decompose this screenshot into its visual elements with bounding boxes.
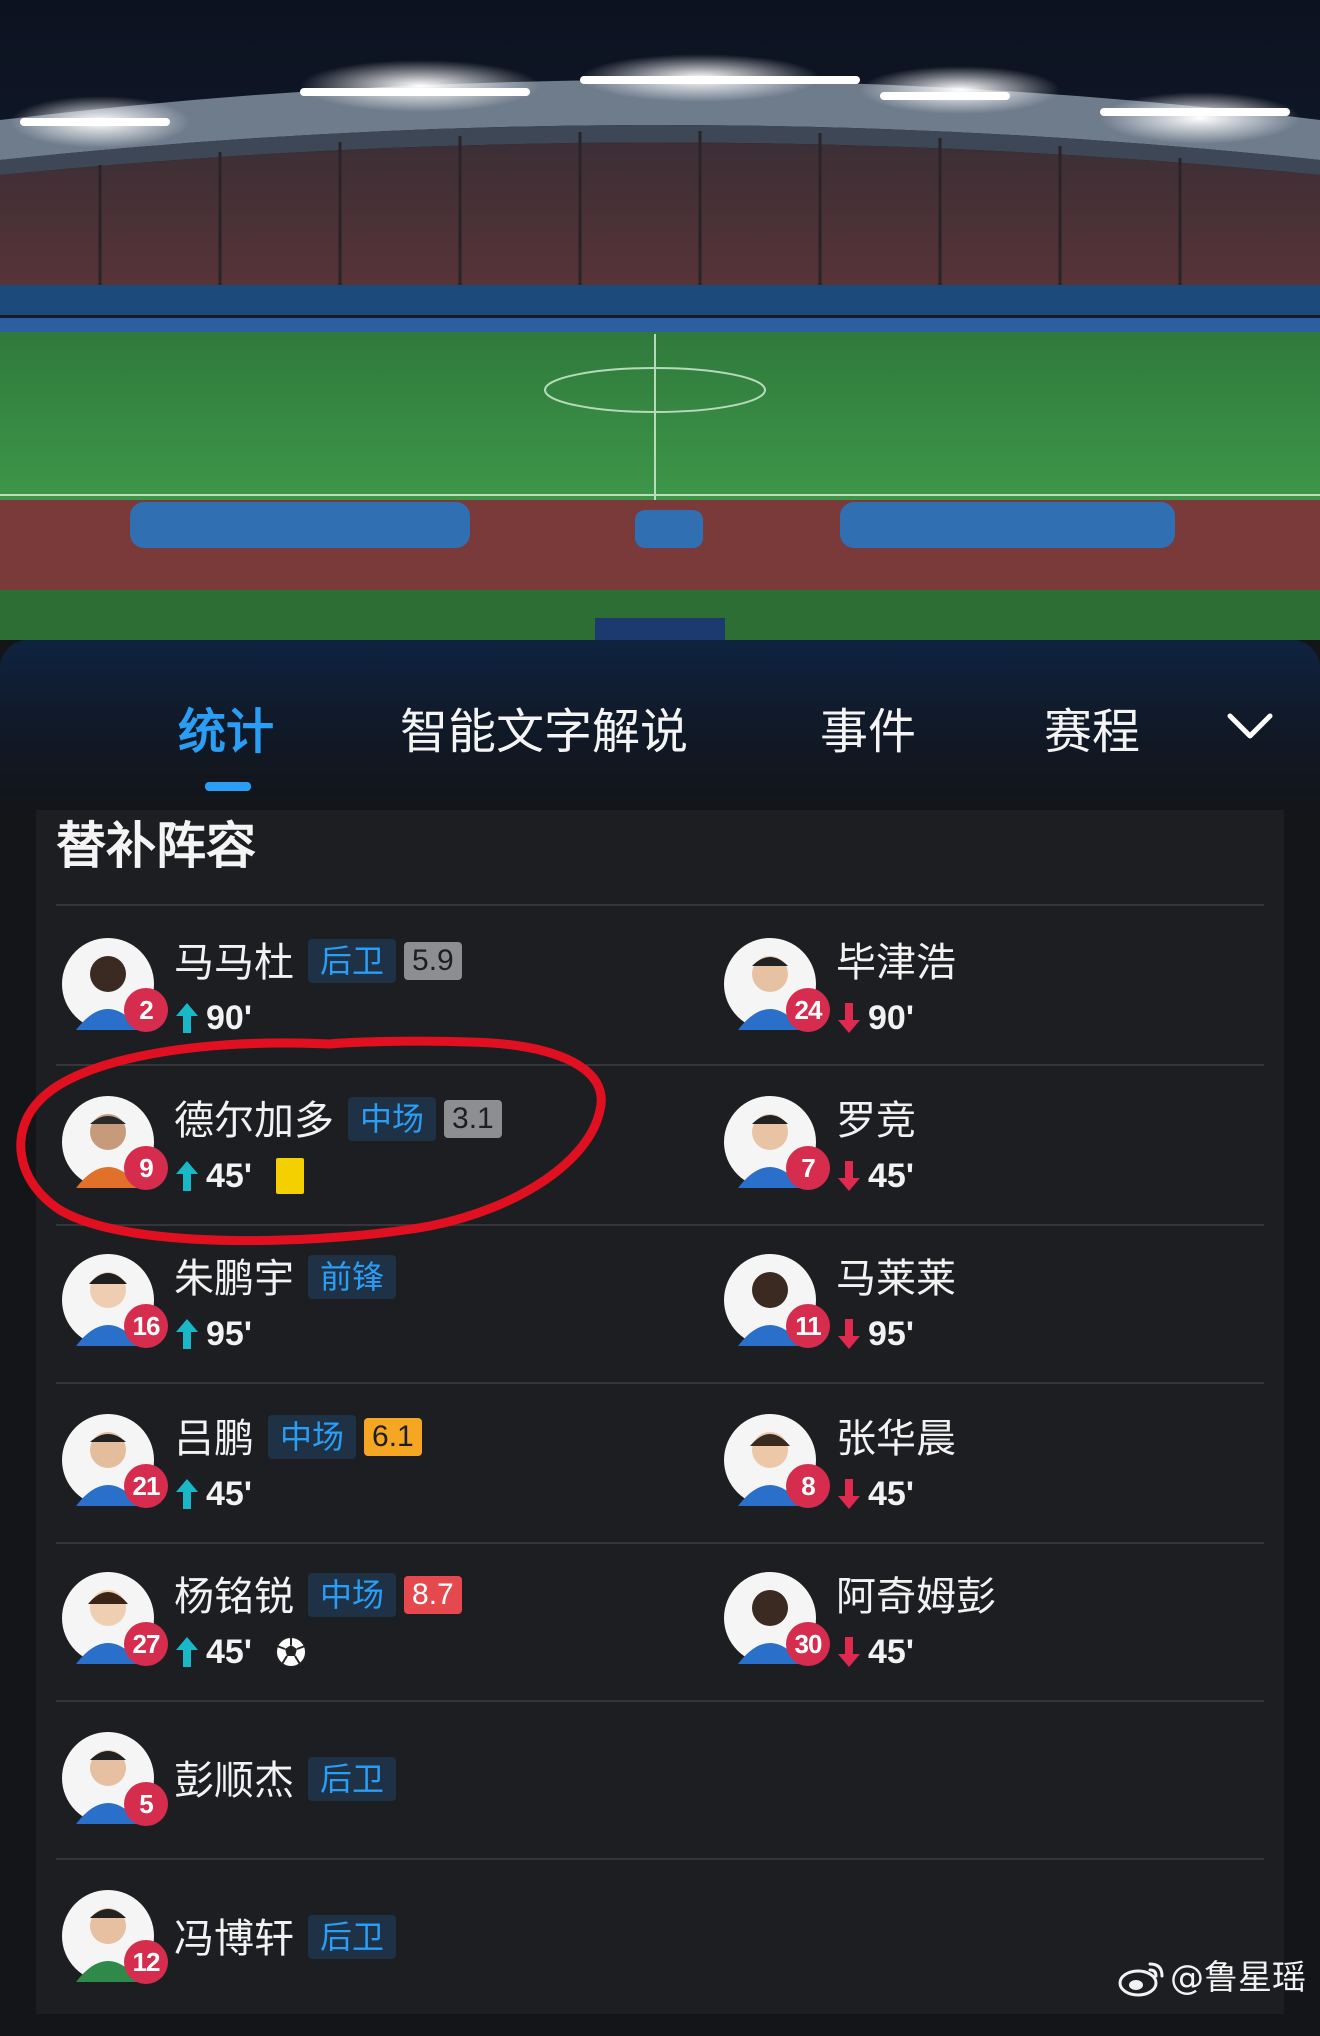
jersey-number-badge: 27 [124,1622,168,1666]
sub-time: 45' [868,1157,914,1195]
player-name: 吕鹏 [174,1416,254,1462]
player-item[interactable]: 30 阿奇姆彭 45' [718,1568,1298,1718]
jersey-number-badge: 11 [786,1304,830,1348]
active-tab-indicator [205,782,251,791]
tab-events[interactable]: 事件 [820,700,916,764]
player-name: 冯博轩 [174,1916,294,1962]
tab-schedule[interactable]: 赛程 [1044,700,1140,764]
player-avatar: 2 [62,938,168,1032]
player-item[interactable]: 21 吕鹏 中场 6.1 45' [56,1410,636,1560]
player-name: 杨铭锐 [174,1574,294,1620]
player-avatar: 5 [62,1732,168,1826]
player-item[interactable]: 5 彭顺杰 后卫 [56,1728,636,1878]
jersey-number-badge: 16 [124,1304,168,1348]
rating-badge: 8.7 [404,1576,462,1614]
weibo-logo-icon [1118,1962,1164,1997]
sub-time: 45' [868,1475,914,1513]
sub-out-arrow-icon [838,1637,860,1667]
player-name: 彭顺杰 [174,1758,294,1804]
sub-time: 95' [868,1315,914,1353]
player-avatar: 11 [724,1254,830,1348]
position-tag: 中场 [268,1415,357,1459]
jersey-number-badge: 24 [786,988,830,1032]
player-name-line: 彭顺杰 后卫 [174,1756,397,1806]
player-avatar: 16 [62,1254,168,1348]
player-item[interactable]: 8 张华晨 45' [718,1410,1298,1560]
section-title: 替补阵容 [56,817,256,875]
player-avatar: 30 [724,1572,830,1666]
sub-out-arrow-icon [838,1161,860,1191]
substitution-info: 95' [174,1312,252,1356]
sub-in-arrow-icon [176,1637,198,1667]
position-tag: 前锋 [308,1255,397,1299]
player-name: 马莱莱 [836,1256,956,1302]
chevron-down-icon[interactable] [1222,698,1278,754]
player-item[interactable]: 16 朱鹏宇 前锋 95' [56,1250,636,1400]
sub-in-arrow-icon [176,1479,198,1509]
player-avatar: 7 [724,1096,830,1190]
player-avatar: 24 [724,938,830,1032]
substitution-info: 45' [836,1154,914,1198]
player-name-line: 吕鹏 中场 6.1 [174,1414,422,1464]
substitution-info: 45' [174,1472,252,1516]
sub-time: 90' [868,999,914,1037]
player-item[interactable]: 27 杨铭锐 中场 8.7 45' [56,1568,636,1718]
player-name: 罗竞 [836,1098,916,1144]
player-name-line: 冯博轩 后卫 [174,1914,397,1964]
sub-time: 45' [206,1475,252,1513]
jersey-number-badge: 21 [124,1464,168,1508]
tab-stats[interactable]: 统计 [178,700,274,764]
rating-badge: 5.9 [404,942,462,980]
sub-out-arrow-icon [838,1479,860,1509]
jersey-number-badge: 30 [786,1622,830,1666]
rating-badge: 6.1 [364,1418,422,1456]
substitution-info: 45' [836,1630,914,1674]
jersey-number-badge: 8 [786,1464,830,1508]
player-name: 朱鹏宇 [174,1256,294,1302]
substitution-info: 45' [836,1472,914,1516]
position-tag: 后卫 [308,939,397,983]
tab-text-commentary[interactable]: 智能文字解说 [400,700,688,764]
player-avatar: 21 [62,1414,168,1508]
jersey-number-badge: 7 [786,1146,830,1190]
player-item[interactable]: 7 罗竞 45' [718,1092,1298,1242]
player-name-line: 朱鹏宇 前锋 [174,1254,397,1304]
player-avatar: 27 [62,1572,168,1666]
player-avatar: 8 [724,1414,830,1508]
player-name: 马马杜 [174,940,294,986]
player-name: 毕津浩 [836,940,956,986]
match-video[interactable] [0,0,1320,640]
jersey-number-badge: 5 [124,1782,168,1826]
sub-out-arrow-icon [838,1319,860,1349]
sub-out-arrow-icon [838,1003,860,1033]
sub-time: 45' [206,1633,252,1671]
player-item[interactable]: 24 毕津浩 90' [718,934,1298,1084]
jersey-number-badge: 2 [124,988,168,1032]
player-name: 张华晨 [836,1416,956,1462]
player-avatar: 12 [62,1890,168,1984]
sub-time: 95' [206,1315,252,1353]
substitution-info: 90' [836,996,914,1040]
tab-bar: 统计 智能文字解说 事件 赛程 [0,640,1320,808]
position-tag: 后卫 [308,1757,397,1801]
position-tag: 中场 [308,1573,397,1617]
sub-time: 45' [868,1633,914,1671]
substitution-info: 95' [836,1312,914,1356]
goal-ball-icon [274,1636,307,1668]
substitution-info: 45' [174,1630,308,1674]
position-tag: 后卫 [308,1915,397,1959]
weibo-watermark: @鲁星瑶 [1118,1956,1306,2000]
jersey-number-badge: 12 [124,1940,168,1984]
watermark-text: @鲁星瑶 [1170,1958,1306,1998]
stadium-image [0,0,1320,640]
highlight-circle-annotation [16,1036,606,1246]
player-name-line: 杨铭锐 中场 8.7 [174,1572,462,1622]
row-divider [56,904,1264,906]
sub-in-arrow-icon [176,1319,198,1349]
player-item[interactable]: 11 马莱莱 95' [718,1250,1298,1400]
player-name-line: 马马杜 后卫 5.9 [174,938,462,988]
player-name: 阿奇姆彭 [836,1574,996,1620]
